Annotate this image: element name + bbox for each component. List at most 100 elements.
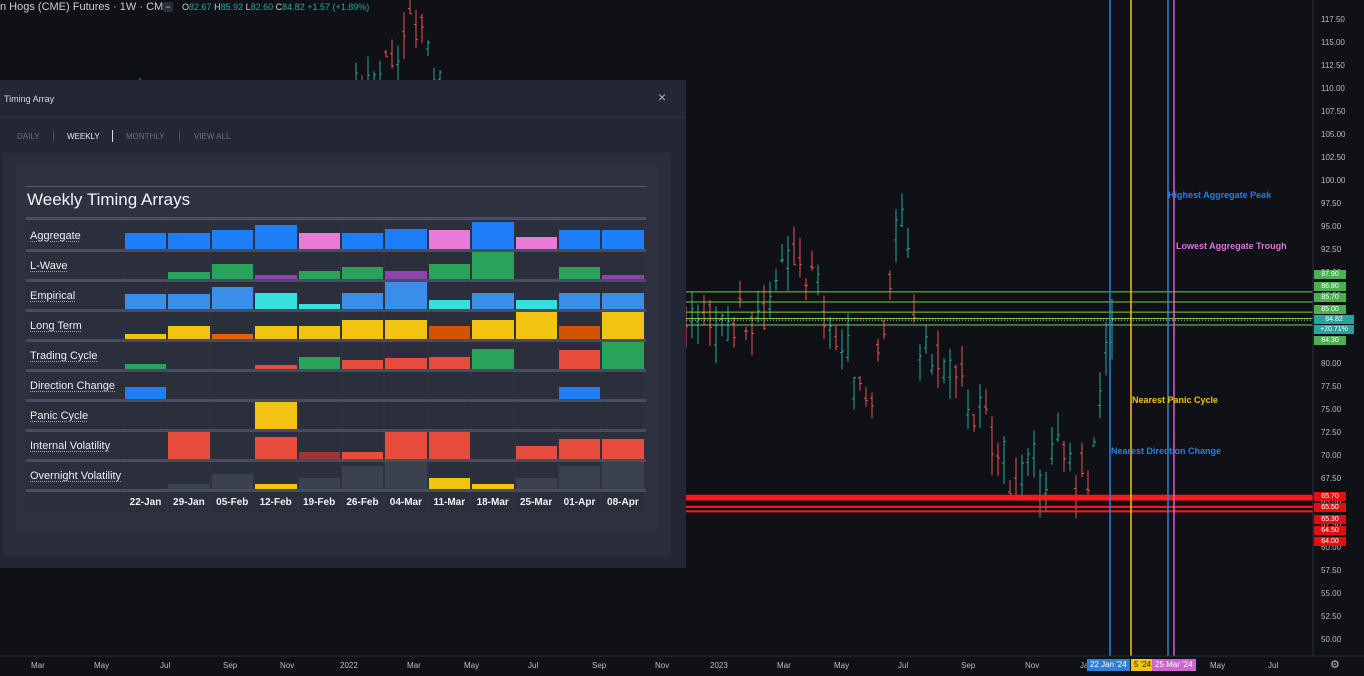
timing-cell[interactable] bbox=[472, 402, 514, 429]
timing-cell[interactable] bbox=[385, 432, 427, 459]
timing-cell[interactable] bbox=[385, 252, 427, 279]
timing-cell[interactable] bbox=[385, 282, 427, 309]
timing-cell[interactable] bbox=[255, 252, 297, 279]
timing-cell[interactable] bbox=[255, 402, 297, 429]
timing-cell[interactable] bbox=[342, 462, 384, 489]
tab-monthly[interactable]: MONTHLY bbox=[126, 132, 165, 141]
timing-cell[interactable] bbox=[385, 312, 427, 339]
timing-cell[interactable] bbox=[515, 342, 557, 369]
timing-cell[interactable] bbox=[342, 402, 384, 429]
timing-cell[interactable] bbox=[385, 222, 427, 249]
timing-cell[interactable] bbox=[125, 372, 167, 399]
timing-cell[interactable] bbox=[255, 342, 297, 369]
timing-cell[interactable] bbox=[255, 372, 297, 399]
timing-cell[interactable] bbox=[559, 222, 601, 249]
timing-cell[interactable] bbox=[125, 402, 167, 429]
timing-cell[interactable] bbox=[342, 372, 384, 399]
timing-cell[interactable] bbox=[559, 372, 601, 399]
timing-cell[interactable] bbox=[515, 312, 557, 339]
timing-cell[interactable] bbox=[125, 312, 167, 339]
timing-cell[interactable] bbox=[211, 282, 254, 309]
timing-cell[interactable] bbox=[342, 312, 384, 339]
timing-cell[interactable] bbox=[602, 312, 644, 339]
timing-cell[interactable] bbox=[515, 222, 557, 249]
timing-cell[interactable] bbox=[255, 312, 297, 339]
timing-cell[interactable] bbox=[559, 282, 601, 309]
timing-cell[interactable] bbox=[428, 252, 471, 279]
timing-cell[interactable] bbox=[255, 462, 297, 489]
timing-cell[interactable] bbox=[125, 342, 167, 369]
timing-cell[interactable] bbox=[428, 222, 471, 249]
timing-cell[interactable] bbox=[602, 372, 644, 399]
timing-cell[interactable] bbox=[298, 372, 340, 399]
timing-cell[interactable] bbox=[428, 342, 471, 369]
timing-cell[interactable] bbox=[168, 312, 210, 339]
timing-cell[interactable] bbox=[298, 432, 340, 459]
timing-cell[interactable] bbox=[255, 432, 297, 459]
tab-weekly[interactable]: WEEKLY bbox=[67, 132, 100, 141]
timing-cell[interactable] bbox=[515, 252, 557, 279]
timing-cell[interactable] bbox=[211, 432, 254, 459]
timing-cell[interactable] bbox=[298, 402, 340, 429]
timing-cell[interactable] bbox=[515, 432, 557, 459]
timing-cell[interactable] bbox=[168, 462, 210, 489]
timing-cell[interactable] bbox=[428, 462, 471, 489]
timing-cell[interactable] bbox=[125, 252, 167, 279]
timing-cell[interactable] bbox=[298, 252, 340, 279]
timing-cell[interactable] bbox=[342, 222, 384, 249]
timing-cell[interactable] bbox=[168, 372, 210, 399]
timing-cell[interactable] bbox=[385, 462, 427, 489]
timing-cell[interactable] bbox=[428, 372, 471, 399]
timing-cell[interactable] bbox=[602, 462, 644, 489]
timing-cell[interactable] bbox=[211, 402, 254, 429]
timing-cell[interactable] bbox=[211, 252, 254, 279]
timing-cell[interactable] bbox=[602, 402, 644, 429]
timing-cell[interactable] bbox=[125, 462, 167, 489]
timing-cell[interactable] bbox=[428, 312, 471, 339]
timing-cell[interactable] bbox=[602, 222, 644, 249]
tab-view-all[interactable]: VIEW ALL bbox=[194, 132, 230, 141]
row-label-trading-cycle[interactable]: Trading Cycle bbox=[30, 350, 97, 362]
timing-cell[interactable] bbox=[168, 432, 210, 459]
row-label-internal-volatility[interactable]: Internal Volatility bbox=[30, 440, 110, 452]
close-icon[interactable]: × bbox=[658, 89, 666, 105]
timing-cell[interactable] bbox=[342, 252, 384, 279]
timing-cell[interactable] bbox=[559, 312, 601, 339]
timing-cell[interactable] bbox=[211, 222, 254, 249]
timing-cell[interactable] bbox=[472, 462, 514, 489]
timing-cell[interactable] bbox=[515, 372, 557, 399]
timing-cell[interactable] bbox=[472, 312, 514, 339]
timing-cell[interactable] bbox=[211, 312, 254, 339]
timing-cell[interactable] bbox=[211, 372, 254, 399]
timing-cell[interactable] bbox=[168, 342, 210, 369]
timing-cell[interactable] bbox=[125, 282, 167, 309]
row-label-empirical[interactable]: Empirical bbox=[30, 290, 75, 302]
timing-cell[interactable] bbox=[298, 342, 340, 369]
timing-cell[interactable] bbox=[342, 282, 384, 309]
timing-cell[interactable] bbox=[472, 432, 514, 459]
timing-cell[interactable] bbox=[168, 402, 210, 429]
timing-cell[interactable] bbox=[515, 282, 557, 309]
timing-cell[interactable] bbox=[385, 342, 427, 369]
timing-cell[interactable] bbox=[515, 402, 557, 429]
timing-cell[interactable] bbox=[298, 222, 340, 249]
timing-cell[interactable] bbox=[472, 372, 514, 399]
symbol-title[interactable]: n Hogs (CME) Futures · 1W · CME bbox=[0, 1, 171, 13]
timing-cell[interactable] bbox=[472, 282, 514, 309]
collapse-icon[interactable]: − bbox=[163, 2, 173, 12]
timing-cell[interactable] bbox=[255, 282, 297, 309]
timing-cell[interactable] bbox=[168, 222, 210, 249]
timing-cell[interactable] bbox=[472, 252, 514, 279]
timing-cell[interactable] bbox=[472, 342, 514, 369]
row-label-aggregate[interactable]: Aggregate bbox=[30, 230, 81, 242]
timing-cell[interactable] bbox=[428, 282, 471, 309]
timing-cell[interactable] bbox=[472, 222, 514, 249]
timing-cell[interactable] bbox=[298, 462, 340, 489]
gear-icon[interactable]: ⚙ bbox=[1330, 658, 1340, 671]
timing-cell[interactable] bbox=[255, 222, 297, 249]
row-label-panic-cycle[interactable]: Panic Cycle bbox=[30, 410, 88, 422]
timing-cell[interactable] bbox=[385, 372, 427, 399]
timing-cell[interactable] bbox=[559, 402, 601, 429]
row-label-direction-change[interactable]: Direction Change bbox=[30, 380, 115, 392]
timing-cell[interactable] bbox=[602, 252, 644, 279]
